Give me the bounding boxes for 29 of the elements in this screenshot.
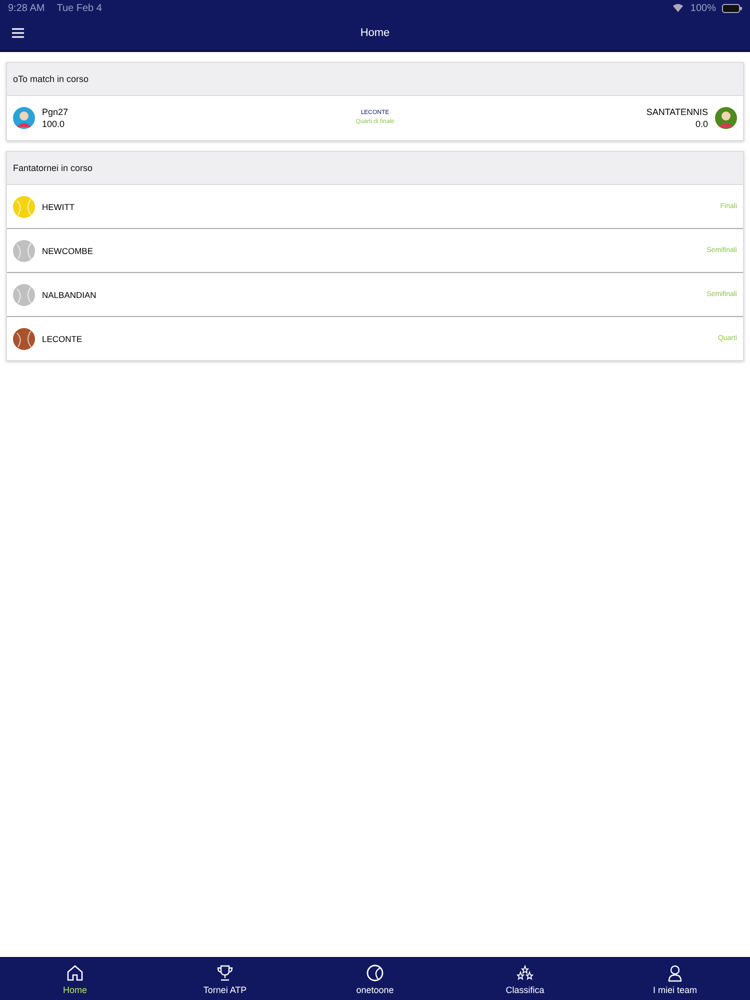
battery-icon — [722, 4, 742, 12]
status-time: 9:28 AM — [8, 2, 45, 14]
tab-button[interactable]: onetoone — [300, 958, 450, 1000]
person-icon — [666, 964, 684, 982]
header-title: Home — [360, 27, 390, 39]
tab-button[interactable]: Tornei ATP — [150, 958, 300, 1000]
card-title: oTo match in corso — [13, 74, 89, 84]
tab-button[interactable]: I miei team — [600, 958, 750, 1000]
wifi-icon — [672, 3, 684, 13]
battery-percent: 100% — [690, 2, 716, 14]
tournament-name: NEWCOMBE — [42, 246, 93, 256]
tennis-ball-icon — [366, 964, 384, 982]
tournament-name: NALBANDIAN — [42, 290, 96, 300]
stars-icon — [516, 964, 534, 982]
card-title: Fantatornei in corso — [13, 163, 93, 173]
status-date: Tue Feb 4 — [56, 2, 102, 14]
trophy-icon — [216, 964, 234, 982]
tournament-name: HEWITT — [42, 202, 75, 212]
tournament-name: LECONTE — [42, 334, 82, 344]
player-score: 100.0 — [42, 118, 66, 130]
player-score: 0.0 — [695, 118, 708, 130]
tab-button[interactable]: Home — [0, 958, 150, 1000]
home-icon — [66, 964, 84, 982]
avatar-icon — [13, 107, 35, 129]
avatar-icon — [715, 107, 737, 129]
menu-icon — [12, 28, 24, 38]
player-name: SANTATENNIS — [646, 106, 708, 118]
player-name: Pgn27 — [42, 106, 68, 118]
tab-button[interactable]: Classifica — [450, 958, 600, 1000]
